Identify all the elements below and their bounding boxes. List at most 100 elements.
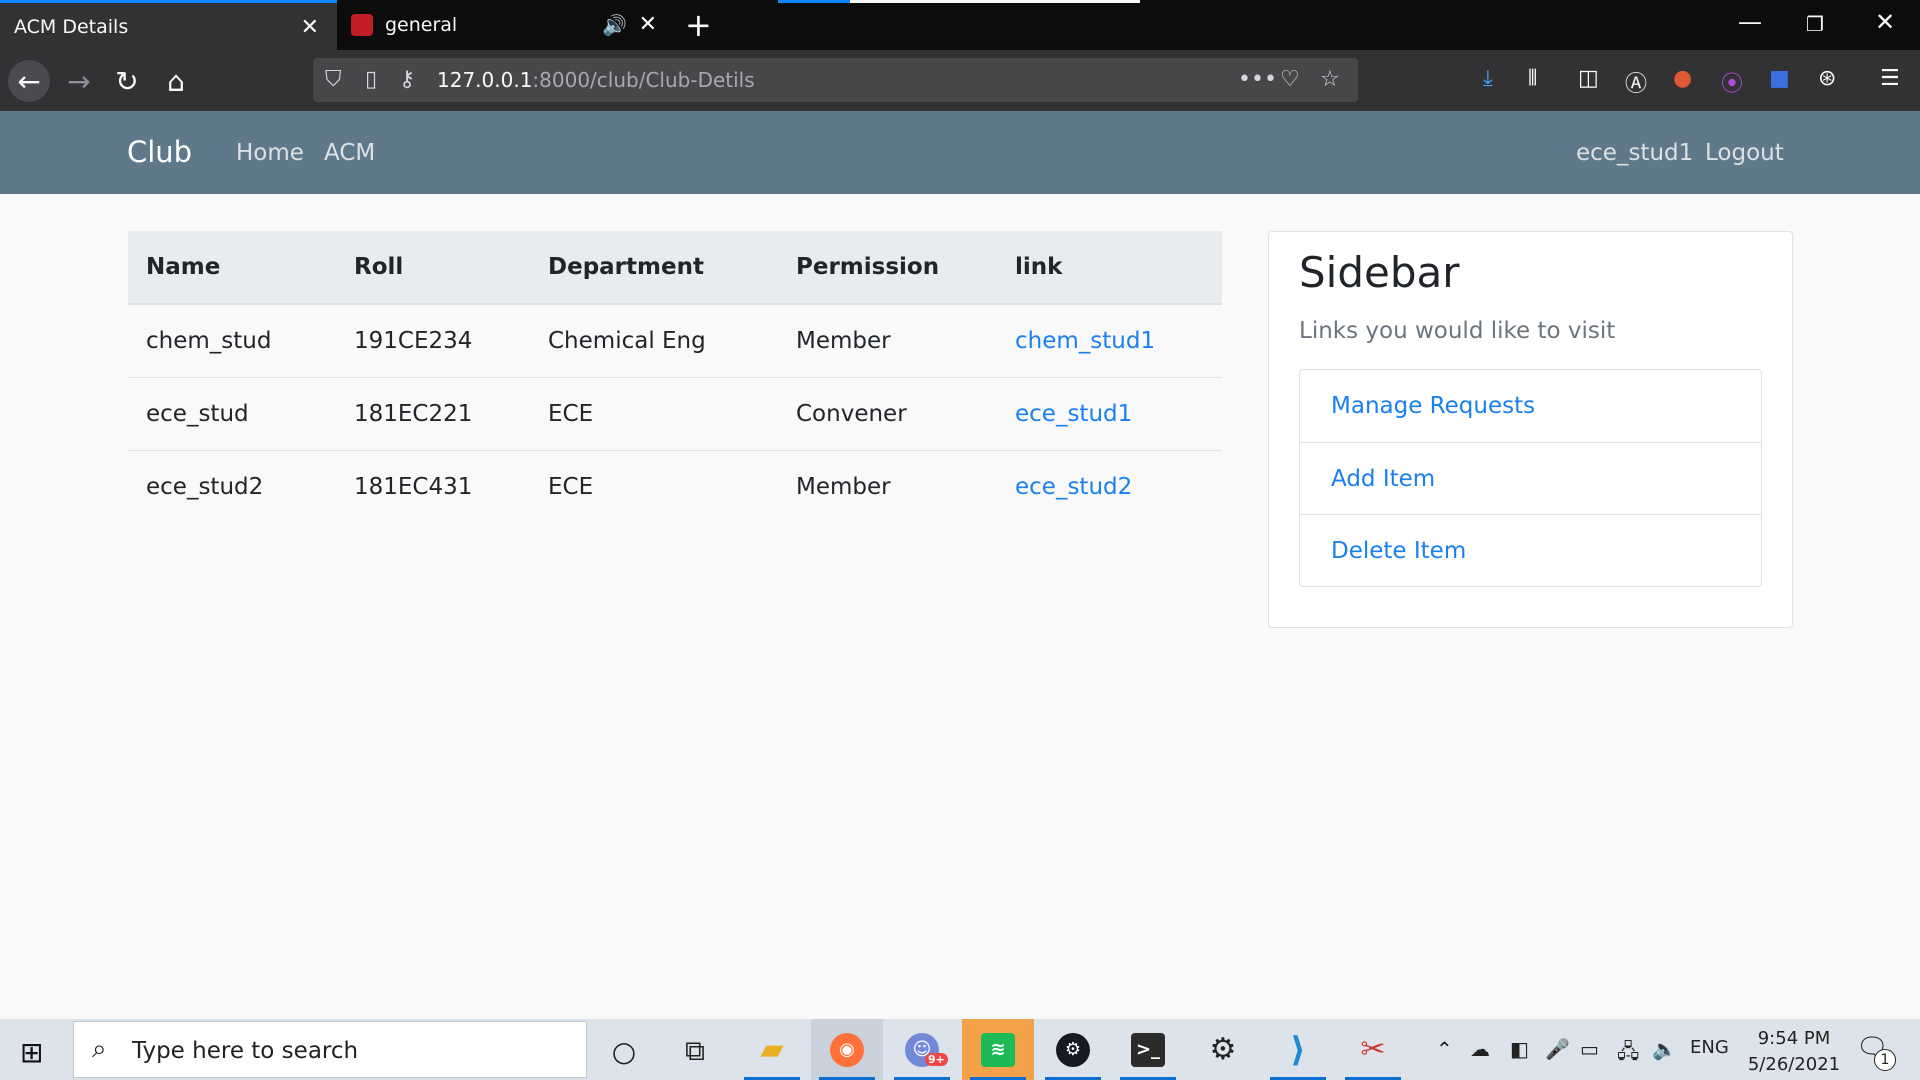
back-arrow-icon[interactable]: ← — [8, 60, 50, 102]
file-explorer-app[interactable]: ▰ — [736, 1019, 808, 1080]
loading-indicator-track — [850, 0, 1140, 3]
broadcast-icon[interactable]: ⦿ — [1721, 66, 1743, 98]
cell-roll: 191CE234 — [336, 303, 530, 377]
bookmark-star-icon[interactable]: ☆ — [1320, 67, 1340, 92]
home-icon[interactable]: ⌂ — [155, 60, 197, 102]
cell-department: ECE — [530, 449, 778, 523]
browser-tab-strip: ACM Details ✕ general 🔊 ✕ + — ❐ ✕ — [0, 0, 1920, 50]
members-table: Name Roll Department Permission link che… — [128, 231, 1222, 523]
clock-time: 9:54 PM — [1757, 1028, 1831, 1049]
reload-icon[interactable]: ↻ — [106, 60, 148, 102]
browser-toolbar: ← → ↻ ⌂ ⛉ ▯ ⚷ 127.0.0.1:8000/club/Club-D… — [0, 50, 1920, 111]
discord-app[interactable]: ☺ 9+ — [886, 1019, 958, 1080]
restore-icon[interactable]: ❐ — [1806, 12, 1824, 36]
member-profile-link[interactable]: ece_stud1 — [1015, 401, 1132, 427]
microphone-icon[interactable]: 🎤 — [1545, 1037, 1570, 1061]
tab-general[interactable]: general 🔊 ✕ — [337, 0, 675, 50]
cell-department: Chemical Eng — [530, 303, 778, 377]
nav-acm-link[interactable]: ACM — [324, 140, 375, 166]
add-item-link[interactable]: Add Item — [1300, 442, 1761, 514]
terminal-app[interactable]: >_ — [1112, 1019, 1184, 1080]
site-favicon-icon — [351, 14, 373, 36]
steam-app[interactable]: ⚙ — [1037, 1019, 1109, 1080]
tab-title: general — [385, 14, 458, 36]
search-placeholder: Type here to search — [132, 1038, 359, 1064]
column-header-roll: Roll — [336, 231, 530, 305]
username-link[interactable]: ece_stud1 — [1576, 140, 1693, 166]
minimize-icon[interactable]: — — [1738, 8, 1762, 36]
language-indicator[interactable]: ENG — [1690, 1037, 1729, 1058]
action-center-icon[interactable]: 🗨 1 — [1856, 1033, 1896, 1071]
discord-icon: ☺ 9+ — [905, 1032, 948, 1067]
sidebar-card: Sidebar Links you would like to visit Ma… — [1268, 231, 1793, 628]
windows-taskbar: ⊞ ⌕ Type here to search ○ ⧉ ▰ ◉ ☺ 9+ ≋ ⚙ … — [0, 1019, 1920, 1080]
shield-icon[interactable]: ⛉ — [325, 67, 342, 92]
cell-roll: 181EC221 — [336, 376, 530, 450]
table-row: ece_stud 181EC221 ECE Convener ece_stud1 — [128, 376, 1222, 450]
nav-home-link[interactable]: Home — [236, 140, 304, 166]
delete-item-link[interactable]: Delete Item — [1300, 514, 1761, 586]
column-header-link: link — [997, 231, 1222, 305]
search-icon: ⌕ — [92, 1034, 107, 1064]
vscode-app[interactable]: ⟩ — [1262, 1019, 1334, 1080]
logout-link[interactable]: Logout — [1705, 140, 1784, 166]
sidebar-title: Sidebar — [1299, 248, 1460, 297]
manage-requests-link[interactable]: Manage Requests — [1300, 370, 1761, 442]
url-path: :8000/club/Club-Detils — [532, 68, 755, 92]
cell-name: ece_stud2 — [128, 449, 336, 523]
duckduckgo-icon[interactable]: ● — [1673, 66, 1692, 91]
firefox-icon: ◉ — [830, 1032, 864, 1067]
folder-icon: ▰ — [760, 1032, 784, 1067]
cell-permission: Member — [778, 449, 997, 523]
library-icon[interactable]: ⫴ — [1528, 66, 1537, 91]
cell-link: ece_stud2 — [997, 449, 1222, 523]
pocket-icon[interactable]: ♡ — [1280, 67, 1300, 92]
url-text[interactable]: 127.0.0.1:8000/club/Club-Detils — [437, 68, 755, 92]
member-profile-link[interactable]: ece_stud2 — [1015, 474, 1132, 500]
vpn-extension-icon[interactable]: ⊛ — [1818, 66, 1836, 91]
firefox-app[interactable]: ◉ — [811, 1019, 883, 1080]
tab-title: ACM Details — [14, 15, 129, 38]
menu-icon[interactable]: ☰ — [1880, 66, 1900, 91]
page-info-icon[interactable]: ▯ — [365, 67, 377, 92]
new-tab-icon[interactable]: + — [685, 6, 712, 44]
settings-app[interactable]: ⚙ — [1187, 1019, 1259, 1080]
task-view-icon[interactable]: ⧉ — [673, 1029, 717, 1073]
forward-arrow-icon[interactable]: → — [58, 60, 100, 102]
speaker-icon[interactable]: 🔊 — [602, 13, 627, 37]
sidebar-toggle-icon[interactable]: ◫ — [1578, 66, 1599, 91]
cortana-icon[interactable]: ○ — [602, 1029, 646, 1073]
close-tab-icon[interactable]: ✕ — [639, 12, 657, 37]
account-icon[interactable]: Ⓐ — [1625, 66, 1647, 98]
volume-icon[interactable]: 🔈 — [1652, 1037, 1677, 1061]
member-profile-link[interactable]: chem_stud1 — [1015, 328, 1155, 354]
cell-name: chem_stud — [128, 303, 336, 377]
chevron-up-icon[interactable]: ⌃ — [1436, 1037, 1453, 1061]
vscode-icon: ⟩ — [1290, 1029, 1306, 1070]
url-bar[interactable]: ⛉ ▯ ⚷ 127.0.0.1:8000/club/Club-Detils ••… — [313, 58, 1358, 102]
key-icon[interactable]: ⚷ — [399, 67, 415, 92]
download-icon[interactable]: ⤓ — [1483, 66, 1493, 91]
spotify-icon: ≋ — [981, 1032, 1015, 1067]
snipping-tool-app[interactable]: ✂ — [1337, 1019, 1409, 1080]
onedrive-icon[interactable]: ☁ — [1470, 1037, 1490, 1061]
close-window-icon[interactable]: ✕ — [1875, 8, 1895, 36]
network-icon[interactable]: 🖧 — [1617, 1037, 1639, 1071]
taskbar-search-box[interactable]: ⌕ Type here to search — [73, 1021, 587, 1078]
cell-link: chem_stud1 — [997, 303, 1222, 377]
clock[interactable]: 9:54 PM 5/26/2021 — [1736, 1026, 1852, 1078]
extension-icon[interactable]: ■ — [1769, 66, 1790, 91]
sidebar-links: Manage Requests Add Item Delete Item — [1299, 369, 1762, 587]
cell-permission: Member — [778, 303, 997, 377]
brand-link[interactable]: Club — [127, 135, 192, 169]
battery-icon[interactable]: ▭ — [1580, 1037, 1599, 1061]
close-tab-icon[interactable]: ✕ — [301, 15, 319, 40]
page-actions-icon[interactable]: ••• — [1238, 67, 1277, 92]
tab-acm-details[interactable]: ACM Details ✕ — [0, 0, 337, 50]
cell-roll: 181EC431 — [336, 449, 530, 523]
cell-department: ECE — [530, 376, 778, 450]
windows-start-icon[interactable]: ⊞ — [20, 1036, 43, 1069]
meet-now-icon[interactable]: ◧ — [1510, 1037, 1529, 1061]
spotify-app[interactable]: ≋ — [962, 1019, 1034, 1080]
column-header-name: Name — [128, 231, 336, 305]
